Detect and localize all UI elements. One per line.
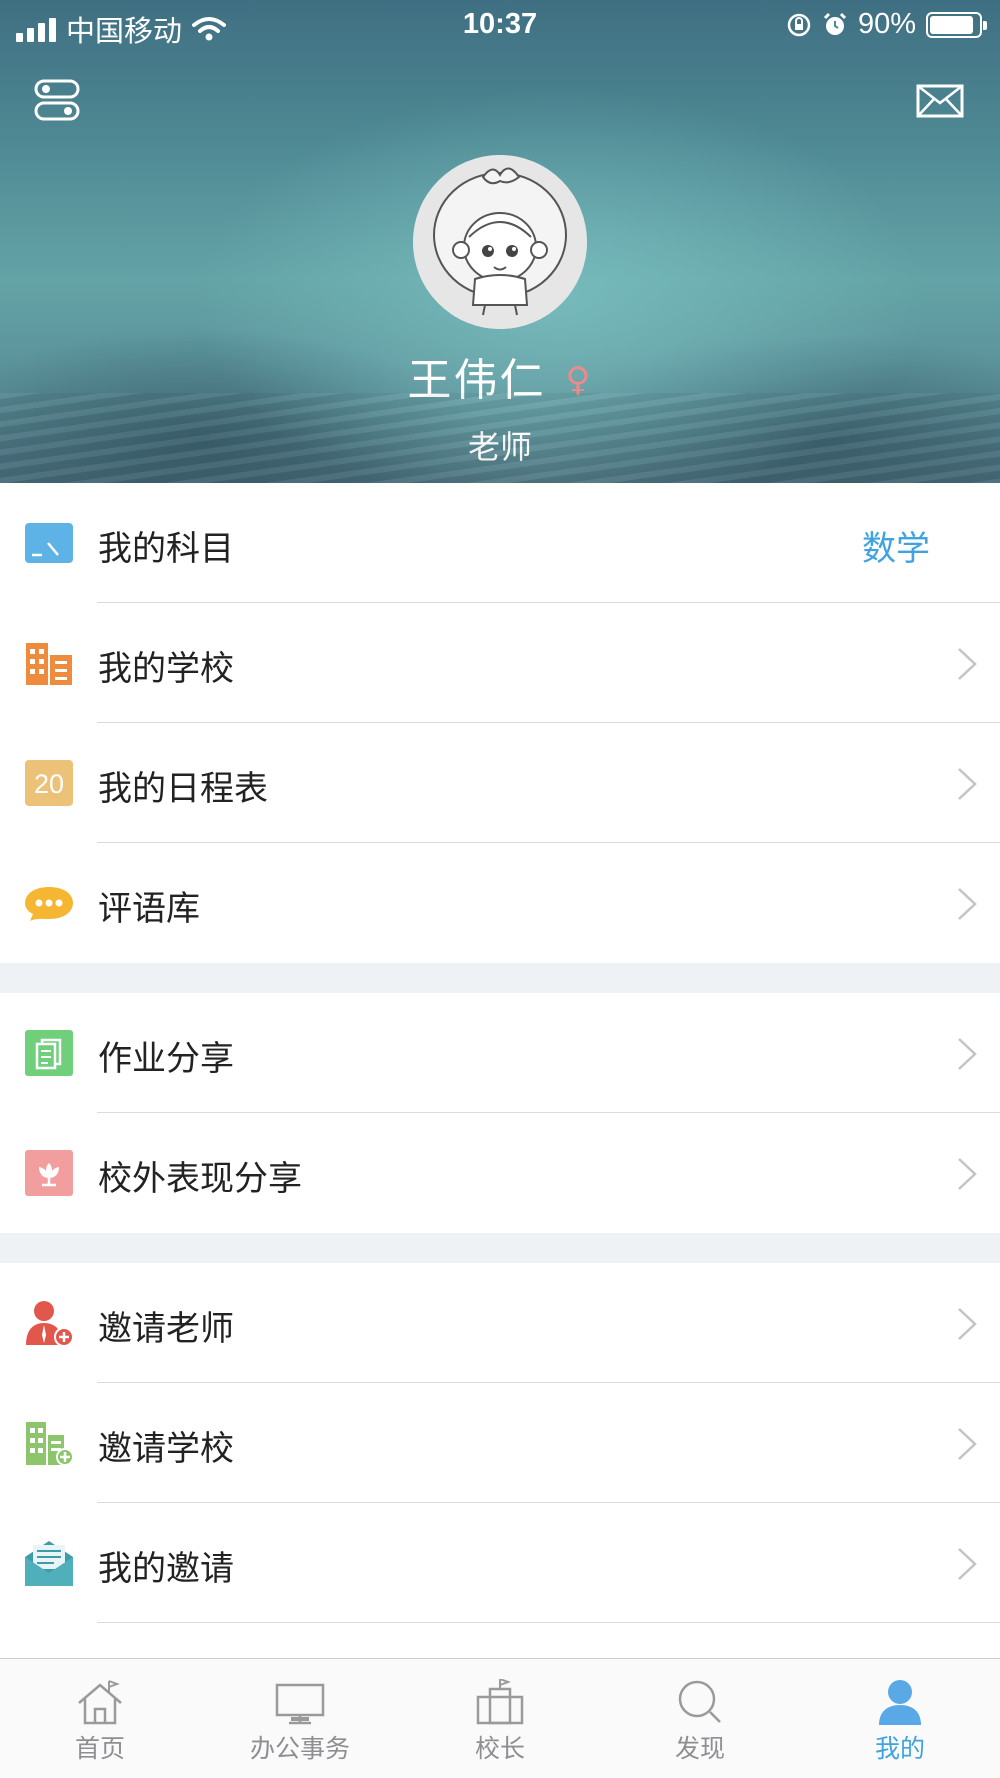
menu-group-2: 作业分享 校外表现分享 [0, 993, 1000, 1233]
add-building-icon [26, 1422, 74, 1466]
menu-item-schedule[interactable]: 20 我的日程表 [0, 723, 1000, 843]
tab-label: 办公事务 [249, 1734, 350, 1763]
section-gap [0, 963, 1000, 993]
menu-label: 校外表现分享 [98, 1159, 302, 1199]
tab-home[interactable]: 首页 [0, 1659, 200, 1778]
menu-item-homework-share[interactable]: 作业分享 [0, 993, 1000, 1113]
chevron-right-icon [958, 1428, 977, 1460]
menu-group-3: 邀请老师 邀请学校 我的邀请 [0, 1263, 1000, 1623]
menu-item-school[interactable]: 我的学校 [0, 603, 1000, 723]
chevron-right-icon [958, 768, 977, 800]
document-icon [25, 1030, 73, 1076]
building-icon [26, 643, 72, 685]
profile-name-row: 王伟仁 ♀ [0, 344, 1000, 408]
chevron-right-icon [958, 1038, 977, 1070]
home-icon [78, 1680, 122, 1725]
tab-label: 首页 [74, 1734, 125, 1763]
menu-label: 邀请学校 [98, 1429, 234, 1469]
avatar[interactable] [413, 155, 587, 329]
profile-header: 中国移动 10:37 90% 王伟仁 ♀ 老师 [0, 0, 1000, 483]
menu-label: 我的邀请 [98, 1549, 234, 1589]
menu-label: 我的科目 [98, 529, 234, 569]
calendar-day: 20 [34, 769, 64, 799]
alarm-icon [823, 12, 847, 35]
menu-group-1: 我的科目 数学 我的学校 20 我的日程表 评语库 [0, 483, 1000, 963]
menu-label: 评语库 [98, 889, 200, 929]
chevron-right-icon [958, 1158, 977, 1190]
divider [97, 1622, 1000, 1623]
section-gap [0, 1233, 1000, 1263]
menu-label: 作业分享 [98, 1039, 234, 1079]
menu-item-outside-share[interactable]: 校外表现分享 [0, 1113, 1000, 1233]
tab-label: 发现 [674, 1734, 725, 1763]
tab-label: 校长 [474, 1734, 525, 1763]
person-icon [879, 1680, 921, 1725]
menu-item-invite-teacher[interactable]: 邀请老师 [0, 1263, 1000, 1383]
chevron-right-icon [958, 1308, 977, 1340]
profile-role: 老师 [467, 428, 532, 466]
battery-icon [926, 11, 987, 38]
tab-principal[interactable]: 校长 [400, 1659, 600, 1778]
tab-label: 我的 [874, 1734, 925, 1763]
menu-item-comments[interactable]: 评语库 [0, 843, 1000, 963]
cartoon-avatar-icon [413, 155, 587, 329]
tab-office[interactable]: 办公事务 [200, 1659, 400, 1778]
menu-item-subject[interactable]: 我的科目 数学 [0, 483, 1000, 603]
tablet-icon [25, 523, 73, 563]
add-user-icon [26, 1301, 74, 1347]
battery-fill [930, 15, 974, 34]
chevron-right-icon [958, 888, 977, 920]
toggle-settings-icon[interactable] [34, 78, 80, 122]
menu-label: 我的日程表 [98, 769, 268, 809]
status-right: 90% [786, 8, 987, 41]
calendar-icon: 20 [25, 760, 73, 806]
gender-female-icon: ♀ [565, 360, 593, 400]
battery-percent: 90% [857, 8, 916, 40]
search-icon [678, 1680, 721, 1723]
chevron-right-icon [958, 1548, 977, 1580]
principal-icon [476, 1679, 524, 1725]
status-bar: 中国移动 10:37 90% [0, 0, 1000, 52]
menu-label: 我的学校 [98, 649, 234, 689]
tab-me[interactable]: 我的 [800, 1659, 1000, 1778]
tab-discover[interactable]: 发现 [600, 1659, 800, 1778]
menu-item-my-invites[interactable]: 我的邀请 [0, 1503, 1000, 1623]
bottom-tab-bar: 首页 办公事务 校长 发现 我的 [0, 1658, 1000, 1778]
envelope-icon [25, 1541, 73, 1586]
menu-label: 邀请老师 [98, 1309, 234, 1349]
chat-bubble-icon [25, 887, 73, 921]
rotation-lock-icon [787, 13, 811, 36]
menu-item-invite-school[interactable]: 邀请学校 [0, 1383, 1000, 1503]
monitor-icon [275, 1683, 325, 1725]
subject-value: 数学 [862, 529, 930, 569]
chevron-right-icon [958, 648, 977, 680]
profile-name: 王伟仁 [407, 355, 546, 406]
flower-icon [25, 1150, 73, 1196]
mail-icon[interactable] [916, 84, 964, 118]
